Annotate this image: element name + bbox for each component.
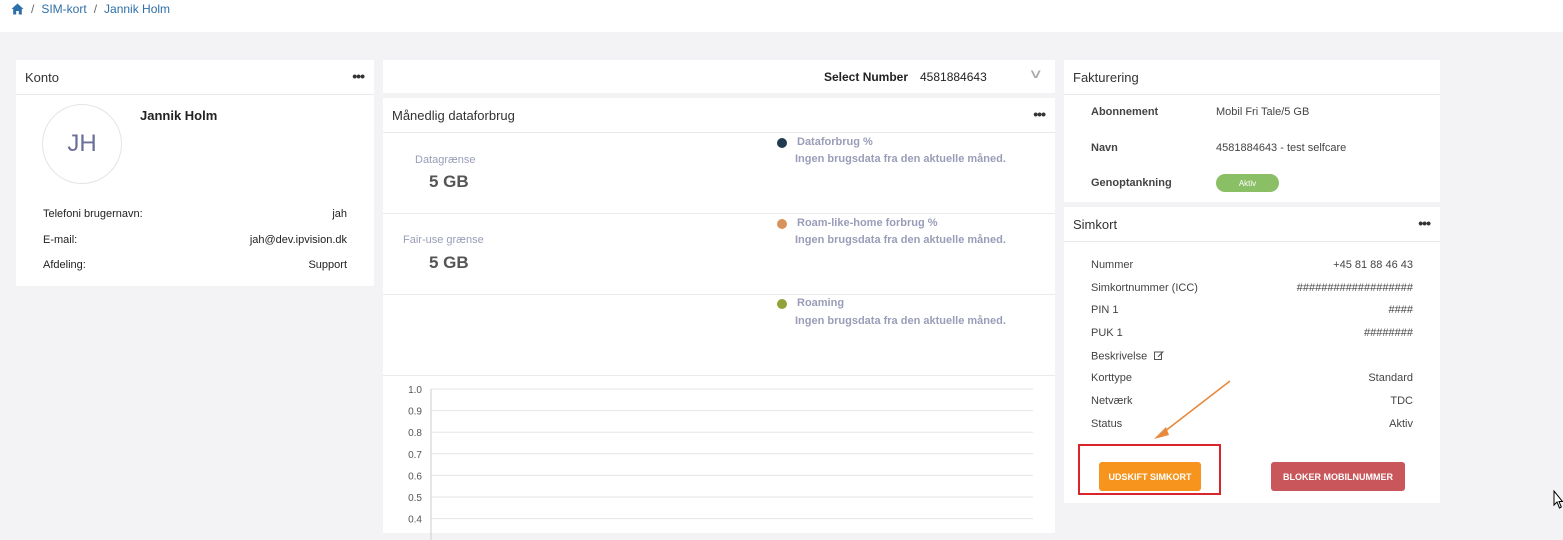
data-usage-panel: Månedlig dataforbrug ••• Datagrænse 5 GB…	[383, 98, 1055, 540]
konto-row: Afdeling: Support	[43, 259, 347, 271]
data-limit-label: Datagrænse	[415, 154, 476, 166]
usage-chart: 1.0 0.9 0.8 0.7 0.6 0.5 0.4	[408, 385, 1033, 540]
fair-use-value: 5 GB	[429, 253, 469, 272]
mouse-cursor-icon	[1553, 490, 1563, 509]
simkort-row-label: Netværk	[1091, 395, 1133, 407]
data-limit-value: 5 GB	[429, 172, 469, 191]
edit-icon[interactable]	[1154, 350, 1165, 363]
simkort-row-label: Korttype	[1091, 372, 1132, 384]
legend-sub-roaming: Ingen brugsdata fra den aktuelle måned.	[795, 315, 1006, 327]
simkort-row-label: Beskrivelse	[1091, 350, 1148, 363]
divider	[383, 294, 1055, 295]
more-options-icon[interactable]: •••	[1033, 106, 1046, 122]
breadcrumb: / SIM-kort / Jannik Holm	[11, 2, 170, 16]
simkort-row-label-group: Beskrivelse	[1091, 350, 1165, 363]
fair-use-label: Fair-use grænse	[403, 234, 484, 246]
simkort-header: Simkort •••	[1064, 207, 1440, 242]
fakturering-panel: Fakturering Abonnement Mobil Fri Tale/5 …	[1064, 60, 1440, 202]
data-usage-title: Månedlig dataforbrug	[392, 108, 515, 123]
simkort-row: PUK 1 ########	[1091, 327, 1413, 339]
y-tick-label: 0.8	[408, 428, 422, 439]
simkort-row: Simkortnummer (ICC) ###################	[1091, 282, 1413, 294]
avatar-initials: JH	[67, 130, 97, 157]
simkort-row-value: Aktiv	[1389, 418, 1413, 430]
select-number-panel: Select Number 4581884643 ∨	[383, 60, 1055, 93]
legend-dot-roaming	[777, 299, 787, 309]
simkort-row: PIN 1 ####	[1091, 304, 1413, 316]
legend-title-roaming: Roaming	[797, 297, 845, 309]
breadcrumb-separator: /	[93, 2, 98, 16]
konto-header: Konto •••	[16, 60, 374, 95]
konto-title: Konto	[25, 70, 59, 85]
divider	[383, 213, 1055, 214]
y-tick-label: 0.4	[408, 515, 422, 526]
y-tick-label: 0.6	[408, 471, 422, 482]
more-options-icon[interactable]: •••	[1418, 215, 1431, 231]
home-icon[interactable]	[11, 3, 24, 15]
name-label: Navn	[1091, 142, 1118, 154]
data-usage-header: Månedlig dataforbrug •••	[383, 98, 1055, 133]
simkort-row: Korttype Standard	[1091, 372, 1413, 384]
konto-row-label: E-mail:	[43, 234, 78, 246]
breadcrumb-item-sim-kort[interactable]: SIM-kort	[41, 2, 86, 16]
simkort-panel: Simkort ••• Nummer +45 81 88 46 43 Simko…	[1064, 207, 1440, 503]
simkort-row-value: ###################	[1296, 282, 1413, 294]
block-number-button[interactable]: BLOKER MOBILNUMMER	[1271, 462, 1405, 491]
konto-row-value: Support	[308, 259, 347, 271]
top-bar: / SIM-kort / Jannik Holm	[0, 0, 1563, 32]
status-badge: Aktiv	[1216, 174, 1279, 192]
subscription-value: Mobil Fri Tale/5 GB	[1216, 106, 1310, 118]
replace-sim-button[interactable]: UDSKIFT SIMKORT	[1099, 462, 1201, 491]
y-tick-label: 0.9	[408, 407, 422, 418]
konto-row-label: Telefoni brugernavn:	[43, 208, 143, 220]
simkort-row-label: Nummer	[1091, 259, 1134, 271]
user-name: Jannik Holm	[140, 108, 218, 123]
subscription-label: Abonnement	[1091, 106, 1159, 118]
legend-sub-data: Ingen brugsdata fra den aktuelle måned.	[795, 153, 1006, 165]
simkort-title: Simkort	[1073, 217, 1118, 232]
annotation-arrow-icon	[1154, 380, 1231, 439]
simkort-row-value: +45 81 88 46 43	[1333, 259, 1413, 271]
divider	[383, 375, 1055, 376]
legend-dot-roam-like-home	[777, 219, 787, 229]
fakturering-title: Fakturering	[1073, 70, 1139, 85]
konto-row-value: jah	[332, 208, 347, 220]
simkort-row: Beskrivelse	[1091, 350, 1413, 363]
simkort-row-label: PUK 1	[1091, 327, 1123, 339]
breadcrumb-separator: /	[31, 2, 35, 16]
select-number-dropdown[interactable]: 4581884643	[920, 70, 987, 84]
y-tick-label: 0.5	[408, 493, 422, 504]
simkort-row-value: ########	[1364, 327, 1413, 339]
simkort-row: Nummer +45 81 88 46 43	[1091, 259, 1413, 271]
simkort-row-label: Status	[1091, 418, 1123, 430]
konto-row-value: jah@dev.ipvision.dk	[249, 234, 347, 246]
simkort-row: Netværk TDC	[1091, 395, 1413, 407]
konto-row: Telefoni brugernavn: jah	[43, 208, 347, 220]
breadcrumb-item-current[interactable]: Jannik Holm	[104, 2, 170, 16]
legend-sub-roam-like-home: Ingen brugsdata fra den aktuelle måned.	[795, 234, 1006, 246]
y-tick-label: 1.0	[408, 385, 422, 396]
simkort-row-label: PIN 1	[1091, 304, 1119, 316]
legend-title-data: Dataforbrug %	[797, 136, 873, 148]
chevron-down-icon[interactable]: ∨	[1028, 66, 1043, 82]
konto-panel: Konto ••• JH Jannik Holm Telefoni bruger…	[16, 60, 374, 286]
name-value: 4581884643 - test selfcare	[1216, 142, 1347, 154]
konto-row: E-mail: jah@dev.ipvision.dk	[43, 234, 347, 246]
simkort-row-value: TDC	[1390, 395, 1413, 407]
legend-dot-data	[777, 138, 787, 148]
simkort-row: Status Aktiv	[1091, 418, 1413, 430]
simkort-row-value: Standard	[1368, 372, 1413, 384]
more-options-icon[interactable]: •••	[352, 68, 365, 84]
simkort-row-value: ####	[1388, 304, 1413, 316]
fakturering-header: Fakturering	[1064, 60, 1440, 95]
avatar: JH	[42, 104, 122, 184]
refill-label: Genoptankning	[1091, 177, 1172, 189]
simkort-row-label: Simkortnummer (ICC)	[1091, 282, 1198, 294]
y-tick-label: 0.7	[408, 450, 422, 461]
konto-row-label: Afdeling:	[43, 259, 86, 271]
legend-title-roam-like-home: Roam-like-home forbrug %	[797, 217, 938, 229]
select-number-label: Select Number	[824, 70, 909, 84]
